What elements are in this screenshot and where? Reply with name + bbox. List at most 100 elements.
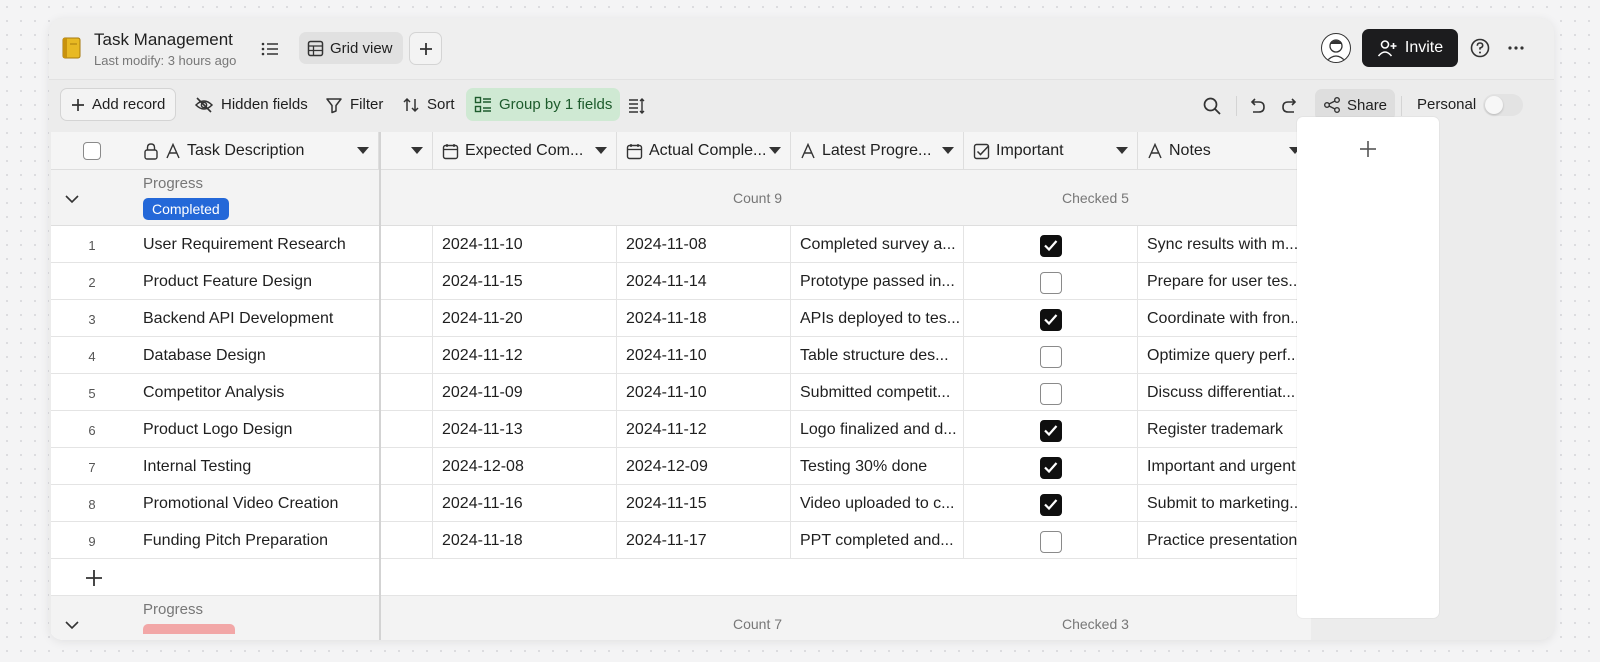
row-height-icon[interactable] bbox=[627, 96, 647, 116]
table-row[interactable]: 5 Competitor Analysis 2024-11-09 2024-11-10… bbox=[51, 374, 1311, 411]
notes-cell[interactable]: Register trademark bbox=[1138, 411, 1311, 448]
table-row[interactable]: 2 Product Feature Design 2024-11-15 2024-11… bbox=[51, 263, 1311, 300]
notes-cell[interactable]: Coordinate with fron... bbox=[1138, 300, 1311, 337]
latest-progress-cell[interactable]: Logo finalized and d... bbox=[791, 411, 964, 448]
frozen-column-divider[interactable] bbox=[379, 132, 381, 640]
task-description-cell[interactable]: Funding Pitch Preparation bbox=[133, 522, 379, 559]
latest-progress-cell[interactable]: Prototype passed in... bbox=[791, 263, 964, 300]
filter-button[interactable]: Filter bbox=[317, 88, 391, 121]
important-checkbox[interactable] bbox=[1040, 494, 1062, 516]
hidden-partial-cell[interactable] bbox=[381, 263, 433, 300]
notes-cell[interactable]: Submit to marketing... bbox=[1138, 485, 1311, 522]
actual-completion-cell[interactable]: 2024-11-18 bbox=[617, 300, 791, 337]
actual-completion-cell[interactable]: 2024-11-15 bbox=[617, 485, 791, 522]
latest-progress-cell[interactable]: Submitted competit... bbox=[791, 374, 964, 411]
actual-completion-cell[interactable]: 2024-11-12 bbox=[617, 411, 791, 448]
important-checkbox[interactable] bbox=[1040, 531, 1062, 553]
table-row[interactable]: 7 Internal Testing 2024-12-08 2024-12-09 Tes… bbox=[51, 448, 1311, 485]
expected-completion-cell[interactable]: 2024-11-16 bbox=[433, 485, 617, 522]
notes-cell[interactable]: Prepare for user tes... bbox=[1138, 263, 1311, 300]
hidden-fields-button[interactable]: Hidden fields bbox=[186, 88, 316, 121]
notes-cell[interactable]: Practice presentation bbox=[1138, 522, 1311, 559]
table-row[interactable]: 9 Funding Pitch Preparation 2024-11-18 2024… bbox=[51, 522, 1311, 559]
important-checkbox[interactable] bbox=[1040, 272, 1062, 294]
hidden-partial-cell[interactable] bbox=[381, 485, 433, 522]
task-description-cell[interactable]: Product Feature Design bbox=[133, 263, 379, 300]
latest-progress-cell[interactable]: Completed survey a... bbox=[791, 226, 964, 263]
table-row[interactable]: 6 Product Logo Design 2024-11-13 2024-11-12… bbox=[51, 411, 1311, 448]
important-checkbox[interactable] bbox=[1040, 235, 1062, 257]
actual-completion-cell[interactable]: 2024-11-10 bbox=[617, 374, 791, 411]
notes-cell[interactable]: Important and urgent bbox=[1138, 448, 1311, 485]
expected-completion-cell[interactable]: 2024-11-09 bbox=[433, 374, 617, 411]
chevron-down-icon[interactable] bbox=[63, 616, 81, 634]
task-description-cell[interactable]: User Requirement Research bbox=[133, 226, 379, 263]
table-row[interactable]: 8 Promotional Video Creation 2024-11-16 202… bbox=[51, 485, 1311, 522]
actual-completion-cell[interactable]: 2024-11-08 bbox=[617, 226, 791, 263]
latest-progress-cell[interactable]: Table structure des... bbox=[791, 337, 964, 374]
add-column-button[interactable] bbox=[1297, 117, 1439, 618]
expected-completion-cell[interactable]: 2024-11-15 bbox=[433, 263, 617, 300]
important-checkbox[interactable] bbox=[1040, 457, 1062, 479]
expected-completion-cell[interactable]: 2024-11-10 bbox=[433, 226, 617, 263]
important-checkbox[interactable] bbox=[1040, 309, 1062, 331]
hidden-partial-cell[interactable] bbox=[381, 522, 433, 559]
column-notes[interactable]: Notes bbox=[1138, 132, 1311, 170]
grid-view-tab[interactable]: Grid view bbox=[299, 32, 403, 64]
avatar[interactable] bbox=[1321, 33, 1351, 63]
column-expected-completion[interactable]: Expected Com... bbox=[433, 132, 617, 170]
column-latest-progress[interactable]: Latest Progre... bbox=[791, 132, 964, 170]
important-checkbox[interactable] bbox=[1040, 383, 1062, 405]
table-row[interactable]: 4 Database Design 2024-11-12 2024-11-10 Tabl… bbox=[51, 337, 1311, 374]
hidden-partial-cell[interactable] bbox=[381, 448, 433, 485]
latest-progress-cell[interactable]: Video uploaded to c... bbox=[791, 485, 964, 522]
column-important[interactable]: Important bbox=[964, 132, 1138, 170]
hidden-partial-cell[interactable] bbox=[381, 374, 433, 411]
hidden-partial-cell[interactable] bbox=[381, 226, 433, 263]
more-icon[interactable] bbox=[1505, 37, 1527, 59]
important-checkbox[interactable] bbox=[1040, 346, 1062, 368]
search-icon[interactable] bbox=[1202, 96, 1222, 116]
actual-completion-cell[interactable]: 2024-11-14 bbox=[617, 263, 791, 300]
latest-progress-cell[interactable]: APIs deployed to tes... bbox=[791, 300, 964, 337]
hidden-partial-cell[interactable] bbox=[381, 337, 433, 374]
list-icon[interactable] bbox=[259, 38, 281, 60]
notes-cell[interactable]: Sync results with m... bbox=[1138, 226, 1311, 263]
help-icon[interactable] bbox=[1469, 37, 1491, 59]
add-view-button[interactable] bbox=[409, 32, 442, 65]
select-all-checkbox[interactable] bbox=[83, 142, 101, 160]
task-description-cell[interactable]: Product Logo Design bbox=[133, 411, 379, 448]
personal-toggle[interactable] bbox=[1483, 94, 1523, 116]
expected-completion-cell[interactable]: 2024-11-18 bbox=[433, 522, 617, 559]
column-actual-completion[interactable]: Actual Comple... bbox=[617, 132, 791, 170]
latest-progress-cell[interactable]: Testing 30% done bbox=[791, 448, 964, 485]
hidden-partial-cell[interactable] bbox=[381, 411, 433, 448]
notes-cell[interactable]: Discuss differentiat... bbox=[1138, 374, 1311, 411]
column-task-description[interactable]: Task Description bbox=[133, 132, 379, 170]
table-row[interactable]: 3 Backend API Development 2024-11-20 2024-1… bbox=[51, 300, 1311, 337]
group-header[interactable]: Progress Count 7 Checked 3 bbox=[51, 596, 1311, 640]
undo-icon[interactable] bbox=[1247, 96, 1267, 116]
add-record-button[interactable]: Add record bbox=[60, 88, 177, 121]
sort-button[interactable]: Sort bbox=[394, 88, 463, 121]
task-description-cell[interactable]: Internal Testing bbox=[133, 448, 379, 485]
chevron-down-icon[interactable] bbox=[63, 190, 81, 208]
expected-completion-cell[interactable]: 2024-11-20 bbox=[433, 300, 617, 337]
task-description-cell[interactable]: Database Design bbox=[133, 337, 379, 374]
latest-progress-cell[interactable]: PPT completed and... bbox=[791, 522, 964, 559]
task-description-cell[interactable]: Promotional Video Creation bbox=[133, 485, 379, 522]
column-hidden-partial[interactable] bbox=[381, 132, 433, 170]
actual-completion-cell[interactable]: 2024-11-10 bbox=[617, 337, 791, 374]
expected-completion-cell[interactable]: 2024-12-08 bbox=[433, 448, 617, 485]
expected-completion-cell[interactable]: 2024-11-12 bbox=[433, 337, 617, 374]
actual-completion-cell[interactable]: 2024-11-17 bbox=[617, 522, 791, 559]
notes-cell[interactable]: Optimize query perf... bbox=[1138, 337, 1311, 374]
task-description-cell[interactable]: Backend API Development bbox=[133, 300, 379, 337]
important-checkbox[interactable] bbox=[1040, 420, 1062, 442]
group-header[interactable]: Progress Completed Count 9 Checked 5 bbox=[51, 170, 1311, 226]
invite-button[interactable]: Invite bbox=[1362, 29, 1458, 67]
table-row[interactable]: 1 User Requirement Research 2024-11-10 2024… bbox=[51, 226, 1311, 263]
hidden-partial-cell[interactable] bbox=[381, 300, 433, 337]
task-description-cell[interactable]: Competitor Analysis bbox=[133, 374, 379, 411]
expected-completion-cell[interactable]: 2024-11-13 bbox=[433, 411, 617, 448]
